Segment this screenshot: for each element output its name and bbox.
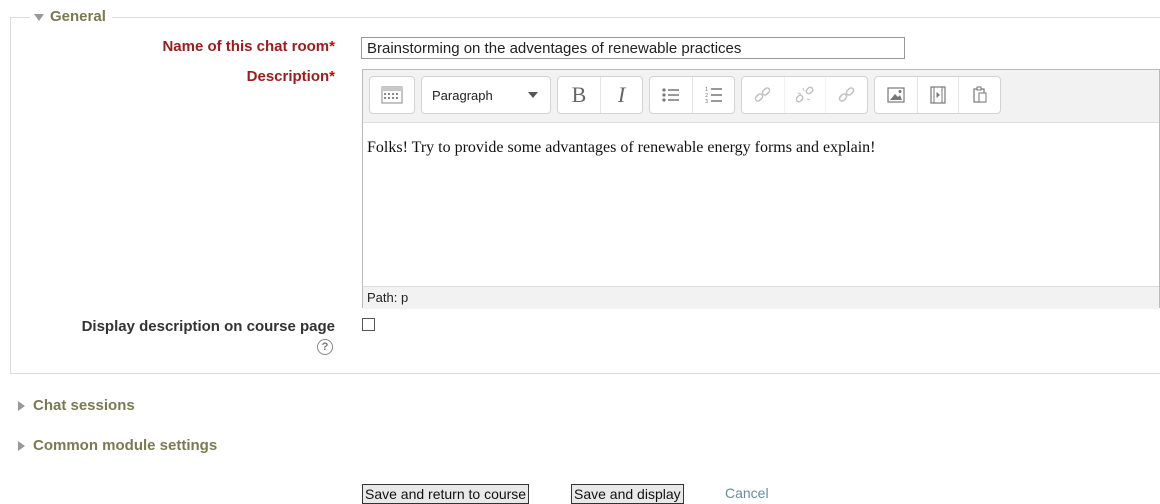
format-select[interactable]: Paragraph bbox=[422, 77, 550, 113]
bullet-list-button[interactable] bbox=[650, 77, 692, 113]
description-label: Description* bbox=[247, 67, 335, 87]
chevron-right-icon bbox=[18, 440, 25, 451]
bullet-list-icon bbox=[662, 88, 679, 102]
chevron-down-icon bbox=[34, 13, 44, 21]
link-icon bbox=[754, 87, 771, 102]
list-group: 123 bbox=[649, 76, 735, 114]
toolbar-toggle-icon bbox=[381, 86, 403, 104]
display-description-label: Display description on course page bbox=[81, 318, 335, 335]
image-button[interactable] bbox=[875, 77, 917, 113]
paste-button[interactable] bbox=[958, 77, 1000, 113]
common-module-settings-section[interactable]: Common module settings bbox=[18, 437, 217, 454]
format-select-value: Paragraph bbox=[432, 87, 493, 103]
general-legend[interactable]: General bbox=[30, 7, 112, 27]
editor-content[interactable]: Folks! Try to provide some advantages of… bbox=[363, 123, 1159, 286]
unlink-button[interactable] bbox=[783, 77, 826, 113]
chevron-down-icon bbox=[528, 92, 538, 98]
chevron-right-icon bbox=[18, 400, 25, 411]
anchor-icon bbox=[838, 87, 854, 102]
editor-toolbar: Paragraph B I 123 bbox=[363, 70, 1159, 123]
save-display-button[interactable]: Save and display bbox=[571, 484, 684, 504]
common-module-settings-label: Common module settings bbox=[33, 437, 218, 454]
toolbar-toggle-button[interactable] bbox=[370, 77, 414, 113]
image-icon bbox=[887, 87, 905, 103]
numbered-list-icon: 123 bbox=[705, 87, 722, 104]
description-editor: Paragraph B I 123 Folks! Try to provide … bbox=[362, 69, 1160, 309]
text-style-group: B I bbox=[557, 76, 643, 114]
toolbar-toggle-group bbox=[369, 76, 415, 114]
chat-room-name-input[interactable] bbox=[361, 37, 905, 59]
media-button[interactable] bbox=[916, 77, 959, 113]
editor-path: Path: p bbox=[363, 286, 1159, 309]
required-icon: * bbox=[329, 68, 335, 85]
italic-icon: I bbox=[617, 82, 626, 107]
italic-button[interactable]: I bbox=[600, 77, 642, 113]
help-icon[interactable]: ? bbox=[317, 339, 333, 355]
save-return-button[interactable]: Save and return to course bbox=[362, 484, 530, 504]
svg-text:3: 3 bbox=[705, 99, 708, 104]
link-button[interactable] bbox=[742, 77, 784, 113]
cancel-link[interactable]: Cancel bbox=[725, 485, 769, 501]
general-legend-label: General bbox=[50, 8, 106, 25]
name-label-text: Name of this chat room bbox=[162, 38, 330, 55]
bold-button[interactable]: B bbox=[558, 77, 600, 113]
link-group bbox=[741, 76, 868, 114]
unlink-icon bbox=[795, 86, 814, 103]
description-label-text: Description bbox=[246, 68, 330, 85]
anchor-button[interactable] bbox=[825, 77, 867, 113]
required-icon: * bbox=[329, 38, 335, 55]
chat-sessions-section[interactable]: Chat sessions bbox=[18, 397, 135, 414]
display-description-checkbox[interactable] bbox=[362, 318, 375, 331]
name-label: Name of this chat room* bbox=[162, 37, 335, 57]
numbered-list-button[interactable]: 123 bbox=[692, 77, 734, 113]
paste-icon bbox=[973, 86, 987, 103]
media-group bbox=[874, 76, 1001, 114]
media-icon bbox=[930, 86, 946, 104]
bold-icon: B bbox=[571, 82, 587, 107]
chat-sessions-label: Chat sessions bbox=[33, 397, 135, 414]
format-select-group: Paragraph bbox=[421, 76, 551, 114]
